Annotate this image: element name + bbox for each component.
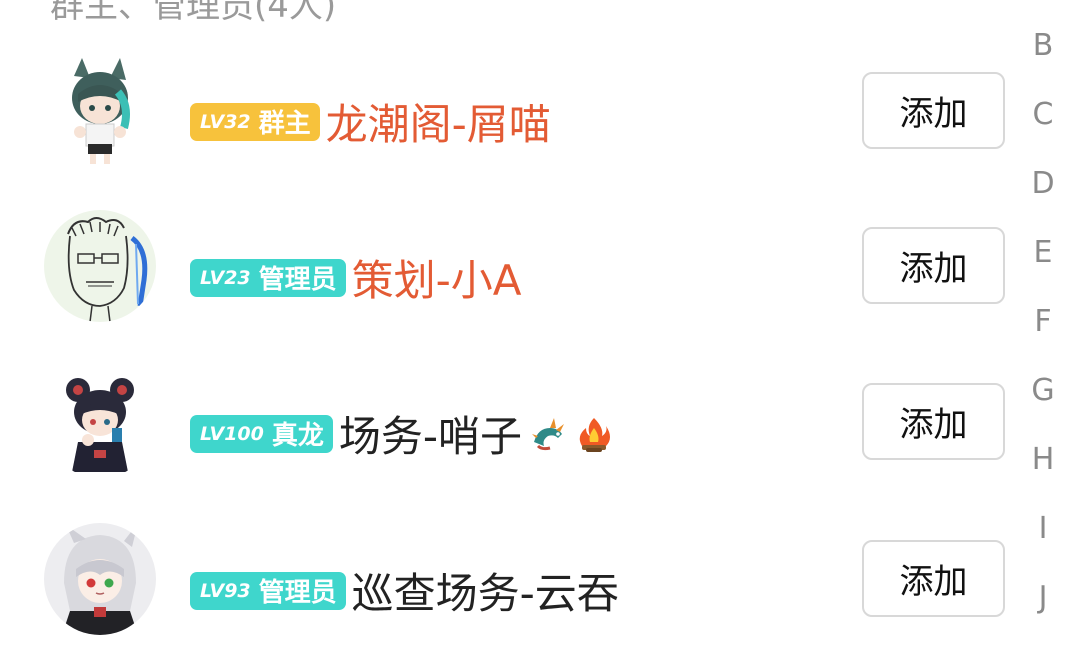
avatar[interactable]: [44, 366, 156, 478]
alphabet-index-letter[interactable]: J: [1020, 580, 1066, 615]
member-row[interactable]: LV32 群主 龙潮阁-屑喵 添加: [0, 45, 1020, 175]
fire-emoji-icon: [574, 414, 614, 454]
silver-hair-avatar-icon: [44, 523, 156, 635]
member-row[interactable]: LV100 真龙 场务-哨子 添加: [0, 357, 1020, 487]
level-label: LV100: [200, 422, 264, 445]
alphabet-index-letter[interactable]: C: [1020, 97, 1066, 132]
member-name: 场务-哨子: [338, 412, 523, 461]
member-row[interactable]: LV93 管理员 巡查场务-云吞 添加: [0, 514, 1020, 644]
alphabet-index-letter[interactable]: G: [1020, 373, 1066, 408]
member-name-line: LV93 管理员 巡查场务-云吞: [190, 560, 619, 621]
role-label: 群主: [258, 109, 311, 139]
role-label: 管理员: [258, 578, 337, 608]
section-header: 群主、管理员(4人): [50, 0, 337, 26]
level-badge: LV23 管理员: [190, 258, 346, 297]
member-name-line: LV23 管理员 策划-小A: [190, 247, 522, 308]
add-friend-button[interactable]: 添加: [862, 383, 1005, 460]
level-badge: LV32 群主: [190, 102, 320, 141]
add-friend-button[interactable]: 添加: [862, 540, 1005, 617]
member-name: 策划-小A: [351, 256, 522, 305]
avatar[interactable]: [44, 210, 156, 322]
alphabet-index-letter[interactable]: E: [1020, 235, 1066, 270]
dragon-emoji-icon: [528, 414, 568, 454]
level-label: LV23: [200, 266, 251, 289]
alphabet-index-letter[interactable]: B: [1020, 28, 1066, 63]
group-admin-list-screen: 群主、管理员(4人) LV32 群主 龙潮阁-屑喵 添加 LV23 管理员 策划…: [0, 0, 1080, 657]
avatar[interactable]: [44, 54, 156, 166]
alphabet-index-letter[interactable]: H: [1020, 442, 1066, 477]
bun-hair-girl-avatar-icon: [44, 366, 156, 478]
avatar[interactable]: [44, 523, 156, 635]
member-row[interactable]: LV23 管理员 策划-小A 添加: [0, 201, 1020, 331]
level-label: LV93: [200, 579, 251, 602]
member-name: 巡查场务-云吞: [351, 569, 619, 618]
level-badge: LV100 真龙: [190, 414, 333, 453]
alphabet-index-letter[interactable]: I: [1020, 511, 1066, 546]
member-name: 龙潮阁-屑喵: [325, 100, 551, 149]
member-name-line: LV100 真龙 场务-哨子: [190, 403, 614, 464]
alphabet-index-letter[interactable]: F: [1020, 304, 1066, 339]
level-badge: LV93 管理员: [190, 571, 346, 610]
role-label: 管理员: [258, 265, 337, 295]
alphabet-index-letter[interactable]: D: [1020, 166, 1066, 201]
level-label: LV32: [200, 110, 251, 133]
role-label: 真龙: [271, 421, 324, 451]
sketch-face-avatar-icon: [44, 210, 156, 322]
member-name-line: LV32 群主 龙潮阁-屑喵: [190, 91, 551, 152]
add-friend-button[interactable]: 添加: [862, 72, 1005, 149]
catgirl-avatar-icon: [44, 54, 156, 166]
add-friend-button[interactable]: 添加: [862, 227, 1005, 304]
